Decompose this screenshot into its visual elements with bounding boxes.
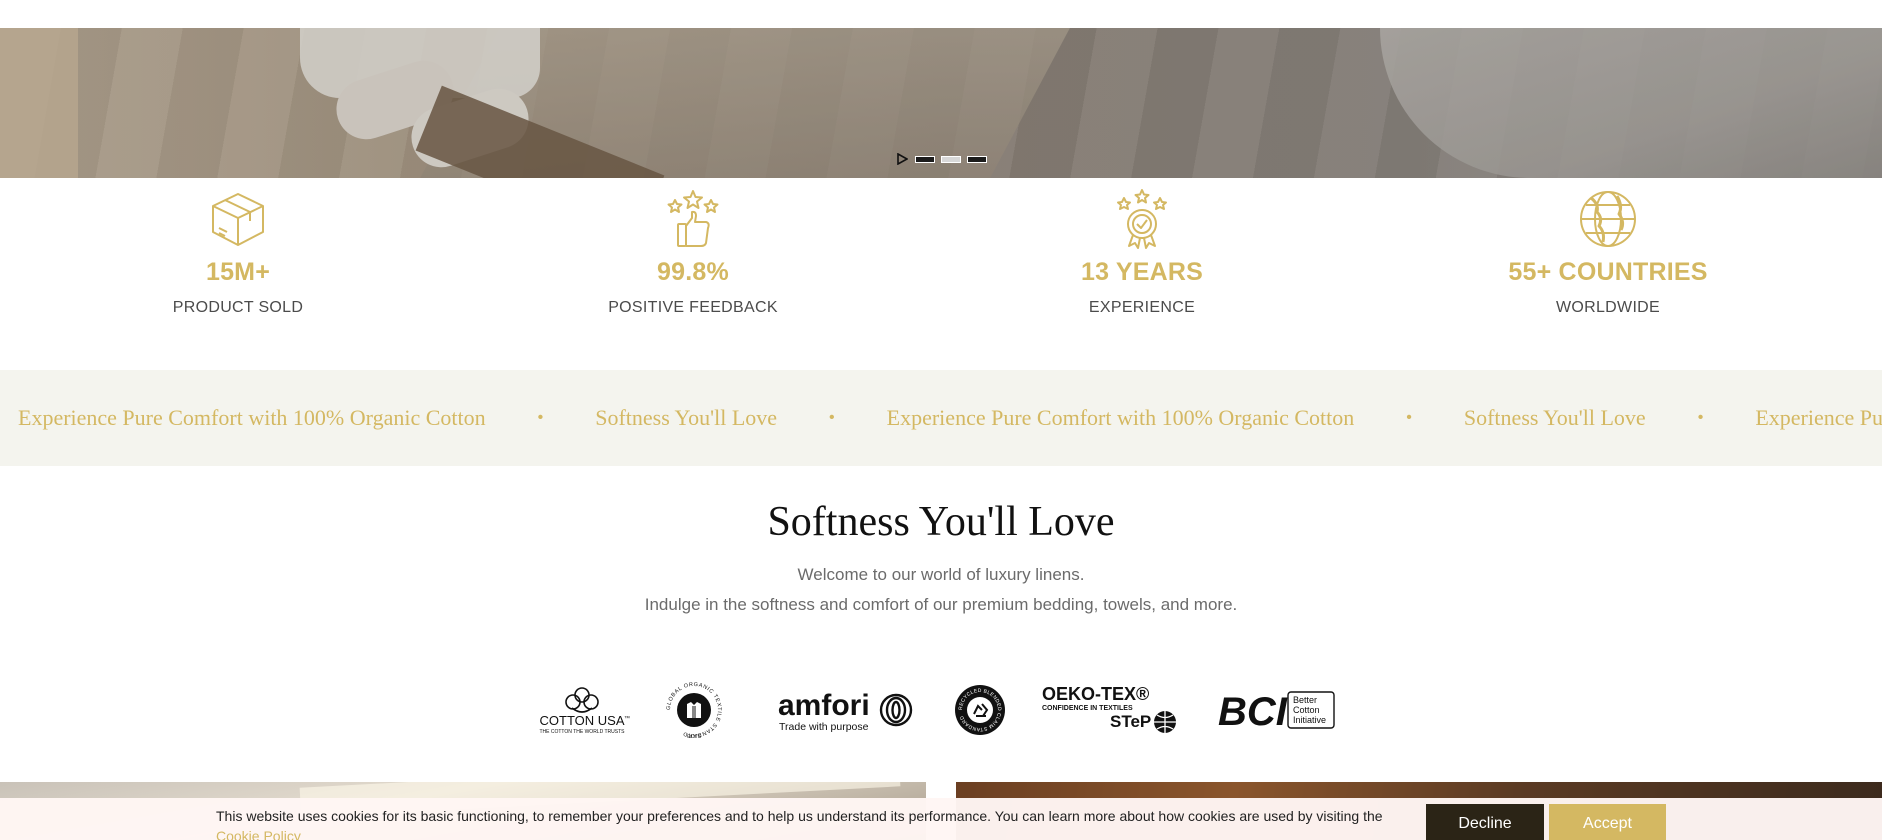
marquee-item: Experience Pure Comfort with 100% Organi… xyxy=(886,405,1355,430)
amfori-name: amfori xyxy=(778,689,870,722)
stat-label: POSITIVE FEEDBACK xyxy=(608,299,778,316)
stat-label: WORLDWIDE xyxy=(1555,299,1661,316)
slider-dot[interactable] xyxy=(967,155,987,163)
cotton-usa-tagline: THE COTTON THE WORLD TRUSTS xyxy=(539,729,625,735)
stat-label: PRODUCT SOLD xyxy=(172,299,304,316)
intro-section: Softness You'll Love Welcome to our worl… xyxy=(0,496,1882,620)
bci-logo[interactable]: BCI Better Cotton Initiative xyxy=(1216,680,1338,740)
cotton-usa-trademark: ™ xyxy=(624,715,630,722)
intro-line-2: Indulge in the softness and comfort of o… xyxy=(644,595,1238,614)
intro-line-1: Welcome to our world of luxury linens. xyxy=(797,565,1085,584)
marquee-item: Experience Pure Comfort with 100% Organi… xyxy=(1755,405,1882,430)
section-title: Softness You'll Love xyxy=(767,499,1115,545)
bci-line-2: Cotton xyxy=(1293,705,1320,715)
oeko-tex-logo[interactable]: OEKO-TEX® CONFIDENCE IN TEXTILES STeP xyxy=(1040,680,1180,740)
cookie-banner: This website uses cookies for its basic … xyxy=(0,798,1882,840)
stat-experience: 13 YEARS EXPERIENCE xyxy=(942,178,1342,317)
cotton-usa-logo[interactable]: COTTON USA ™ THE COTTON THE WORLD TRUSTS xyxy=(532,680,632,740)
marquee-separator: • xyxy=(1697,409,1704,426)
marquee-separator: • xyxy=(829,409,835,426)
cookie-message: This website uses cookies for its basic … xyxy=(216,808,1383,824)
bci-name: BCI xyxy=(1218,690,1288,734)
marquee-banner: Experience Pure Comfort with 100% Organi… xyxy=(0,370,1882,466)
globe-icon xyxy=(1580,191,1636,247)
bci-line-3: Initiative xyxy=(1293,715,1326,725)
gots-short: GOTS xyxy=(687,734,702,740)
decline-button[interactable]: Decline xyxy=(1426,804,1544,840)
oeko-tex-step: STeP xyxy=(1110,712,1151,731)
stat-number: 13 YEARS xyxy=(1080,258,1204,286)
marquee-item: Experience Pure Comfort with 100% Organi… xyxy=(18,405,486,430)
thumbs-up-stars-icon xyxy=(667,190,719,247)
stat-product-sold: 15M+ PRODUCT SOLD xyxy=(38,178,438,317)
marquee-separator: • xyxy=(537,409,544,426)
amfori-tagline: Trade with purpose xyxy=(779,721,869,733)
marquee-item: Softness You'll Love xyxy=(1463,405,1646,430)
cookie-message-block: This website uses cookies for its basic … xyxy=(216,806,1396,840)
package-box-icon xyxy=(212,193,264,246)
stat-number: 55+ COUNTRIES xyxy=(1508,258,1708,286)
slider-dot[interactable] xyxy=(915,155,935,163)
marquee-track: Experience Pure Comfort with 100% Organi… xyxy=(18,370,1882,466)
slider-controls xyxy=(895,153,987,165)
slider-dot-active[interactable] xyxy=(941,155,961,163)
stat-number: 15M+ xyxy=(205,258,271,286)
oeko-tex-tagline: CONFIDENCE IN TEXTILES xyxy=(1042,705,1133,712)
amfori-logo[interactable]: amfori Trade with purpose xyxy=(776,680,916,740)
cotton-usa-name: COTTON USA xyxy=(540,713,625,728)
accept-button[interactable]: Accept xyxy=(1549,804,1666,840)
stat-positive-feedback: 99.8% POSITIVE FEEDBACK xyxy=(493,178,893,317)
gots-logo[interactable]: GLOBAL ORGANIC TEXTILE STANDARD GOTS xyxy=(662,680,726,740)
hero-banner xyxy=(0,28,1882,178)
award-medal-icon xyxy=(1117,189,1167,249)
marquee-item: Softness You'll Love xyxy=(595,405,778,430)
oeko-tex-name: OEKO-TEX® xyxy=(1042,684,1149,704)
stat-countries: 55+ COUNTRIES WORLDWIDE xyxy=(1408,178,1808,317)
marquee-separator: • xyxy=(1406,409,1412,426)
stat-number: 99.8% xyxy=(657,258,729,286)
stats-row: 15M+ PRODUCT SOLD 99.8% POSITIVE FEEDBAC… xyxy=(0,178,1882,370)
cookie-policy-link[interactable]: Cookie Policy xyxy=(216,828,301,840)
recycled-claim-logo[interactable]: RECYCLED BLENDED CLAIM STANDARD xyxy=(952,680,1008,740)
play-icon[interactable] xyxy=(895,153,909,165)
stat-label: EXPERIENCE xyxy=(1088,299,1196,316)
bci-line-1: Better xyxy=(1293,695,1317,705)
certifications-row: COTTON USA ™ THE COTTON THE WORLD TRUSTS… xyxy=(532,680,1338,740)
